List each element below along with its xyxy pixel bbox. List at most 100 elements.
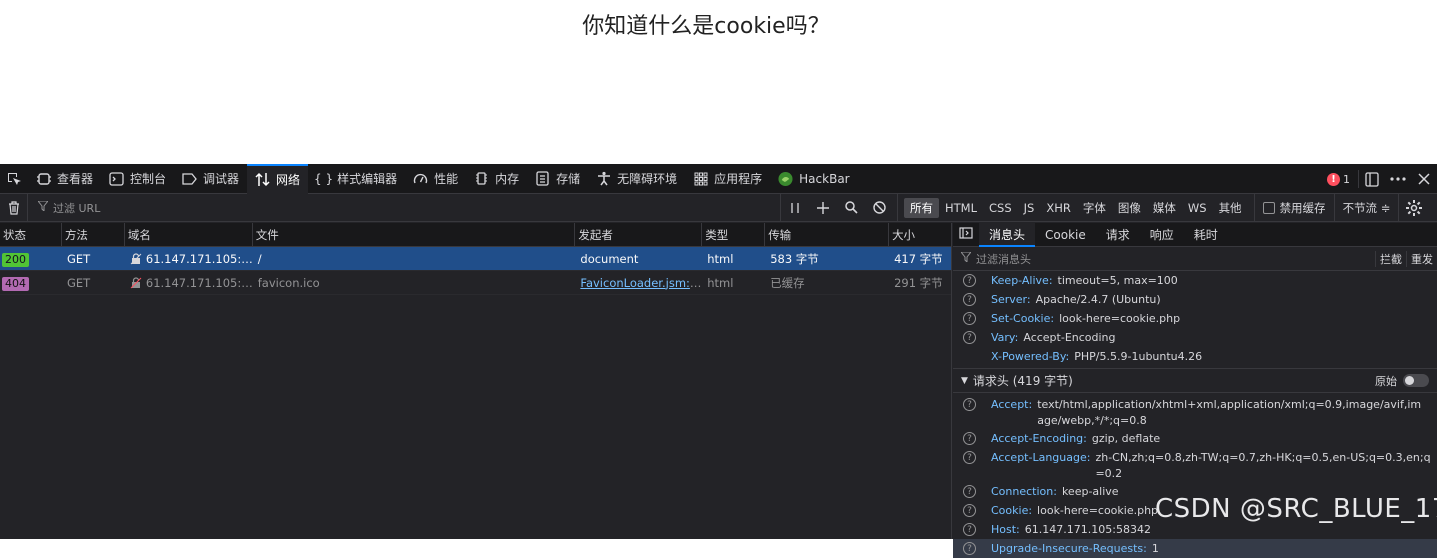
help-icon[interactable]: ? <box>963 293 976 306</box>
type-filter-xhr[interactable]: XHR <box>1040 199 1077 217</box>
tab-debugger[interactable]: 调试器 <box>174 164 247 194</box>
tab-label: 控制台 <box>130 172 167 186</box>
add-request-button[interactable] <box>809 194 837 222</box>
error-count[interactable]: ! 1 <box>1319 170 1359 188</box>
type-filters: 所有 HTML CSS JS XHR 字体 图像 媒体 WS 其他 <box>897 193 1248 222</box>
tab-cookies[interactable]: Cookie <box>1035 223 1096 247</box>
tab-label: 查看器 <box>57 172 94 186</box>
tab-style-editor[interactable]: { } 样式编辑器 <box>308 164 405 194</box>
tab-inspector[interactable]: 查看器 <box>28 164 101 194</box>
header-row: ? Accept: text/html,application/xhtml+xml,… <box>953 395 1437 429</box>
url-filter-placeholder: 过滤 URL <box>53 201 101 215</box>
toggle-sidebar-button[interactable] <box>953 223 979 247</box>
devtools-toolbar: 查看器 控制台 调试器 网络 { } 样式编辑器 性能 内存 存储 无障碍环境 … <box>0 163 1437 194</box>
tab-label: 存储 <box>556 172 581 186</box>
type-filter-js[interactable]: JS <box>1018 199 1041 217</box>
tab-label: 无障碍环境 <box>617 172 678 186</box>
resend-button[interactable]: 重发 <box>1406 250 1437 267</box>
tab-label: 调试器 <box>203 172 240 186</box>
tab-performance[interactable]: 性能 <box>405 164 466 194</box>
search-button[interactable] <box>837 194 865 222</box>
initiator-link[interactable]: FaviconLoader.jsm:18... <box>580 276 702 290</box>
row-transfer: 583 字节 <box>770 251 819 266</box>
type-filter-ws[interactable]: WS <box>1182 199 1213 217</box>
header-row: ? Upgrade-Insecure-Requests: 1 <box>953 539 1437 558</box>
column-type[interactable]: 类型 <box>702 223 766 247</box>
tab-request[interactable]: 请求 <box>1096 223 1140 247</box>
more-options-icon[interactable] <box>1385 164 1411 194</box>
filter-icon <box>36 200 50 214</box>
column-file[interactable]: 文件 <box>253 223 576 247</box>
expand-arrow-icon: ▼ <box>961 375 968 386</box>
help-icon[interactable]: ? <box>963 274 976 287</box>
toolbar-right: ! 1 <box>1319 164 1437 194</box>
tab-hackbar[interactable]: HackBar <box>770 164 857 194</box>
block-button[interactable] <box>865 194 893 222</box>
tab-application[interactable]: 应用程序 <box>685 164 770 194</box>
type-filter-html[interactable]: HTML <box>939 199 983 217</box>
column-transfer[interactable]: 传输 <box>765 223 890 247</box>
close-icon[interactable] <box>1411 164 1437 194</box>
column-method[interactable]: 方法 <box>62 223 125 247</box>
checkbox-box <box>1262 201 1275 214</box>
column-size[interactable]: 大小 <box>889 223 951 247</box>
tab-accessibility[interactable]: 无障碍环境 <box>588 164 685 194</box>
inspector-icon <box>36 171 51 186</box>
row-file: favicon.ico <box>257 275 320 290</box>
header-row: ? Server: Apache/2.4.7 (Ubuntu) <box>953 290 1437 309</box>
filter-tools <box>780 193 893 222</box>
column-initiator[interactable]: 发起者 <box>575 223 703 247</box>
raw-toggle[interactable]: 原始 <box>1375 373 1429 389</box>
help-icon[interactable]: ? <box>963 485 976 498</box>
help-icon[interactable]: ? <box>963 523 976 536</box>
accessibility-icon <box>596 171 611 186</box>
request-table: 状态 方法 域名 文件 发起者 类型 传输 大小 200 GET 61.147.… <box>0 223 952 539</box>
throttle-select[interactable]: 不节流 ≑ <box>1333 193 1399 222</box>
type-filter-images[interactable]: 图像 <box>1112 198 1147 218</box>
request-headers-section[interactable]: ▼ 请求头 (419 字节) 原始 <box>953 368 1437 393</box>
settings-button[interactable] <box>1398 193 1428 222</box>
type-filter-media[interactable]: 媒体 <box>1147 198 1182 218</box>
type-filter-css[interactable]: CSS <box>983 199 1018 217</box>
url-filter-input[interactable]: 过滤 URL <box>28 194 780 222</box>
tab-timings[interactable]: 耗时 <box>1184 223 1228 247</box>
help-icon[interactable]: ? <box>963 504 976 517</box>
console-icon <box>109 171 124 186</box>
insecure-lock-icon <box>130 273 142 295</box>
tab-response[interactable]: 响应 <box>1140 223 1184 247</box>
block-request-button[interactable]: 拦截 <box>1375 250 1406 267</box>
help-icon[interactable]: ? <box>963 451 976 464</box>
tab-console[interactable]: 控制台 <box>101 164 174 194</box>
status-badge: 200 <box>2 252 29 267</box>
disable-cache-checkbox[interactable]: 禁用缓存 <box>1253 193 1334 222</box>
toggle-switch <box>1403 374 1429 387</box>
tab-label: 应用程序 <box>714 172 763 186</box>
tab-storage[interactable]: 存储 <box>527 164 588 194</box>
details-tabs: 消息头 Cookie 请求 响应 耗时 <box>953 222 1437 247</box>
column-status[interactable]: 状态 <box>0 223 62 247</box>
devtools-panel: 查看器 控制台 调试器 网络 { } 样式编辑器 性能 内存 存储 无障碍环境 … <box>0 163 1437 558</box>
tab-network[interactable]: 网络 <box>247 163 309 194</box>
headers-filter-placeholder: 过滤消息头 <box>976 252 1031 266</box>
help-icon[interactable]: ? <box>963 432 976 445</box>
dock-side-icon[interactable] <box>1359 164 1385 194</box>
row-transfer: 已缓存 <box>770 275 805 290</box>
help-icon[interactable]: ? <box>963 398 976 411</box>
tab-headers[interactable]: 消息头 <box>979 222 1036 247</box>
column-domain[interactable]: 域名 <box>125 223 253 247</box>
help-icon[interactable]: ? <box>963 542 976 555</box>
type-filter-other[interactable]: 其他 <box>1213 198 1248 218</box>
element-picker-button[interactable] <box>0 164 28 194</box>
pause-button[interactable] <box>781 194 809 222</box>
table-row[interactable]: 200 GET 61.147.171.105:583... / document… <box>0 247 951 271</box>
table-row[interactable]: 404 GET 61.147.171.105:583... favicon.ic… <box>0 271 951 295</box>
tab-memory[interactable]: 内存 <box>466 164 527 194</box>
row-type: html <box>707 251 734 266</box>
help-icon[interactable]: ? <box>963 312 976 325</box>
help-icon[interactable]: ? <box>963 331 976 344</box>
type-filter-fonts[interactable]: 字体 <box>1077 198 1112 218</box>
type-filter-all[interactable]: 所有 <box>904 197 939 218</box>
clear-button[interactable] <box>0 193 28 222</box>
performance-icon <box>413 171 428 186</box>
headers-filter-input[interactable]: 过滤消息头 拦截 重发 <box>953 247 1437 271</box>
